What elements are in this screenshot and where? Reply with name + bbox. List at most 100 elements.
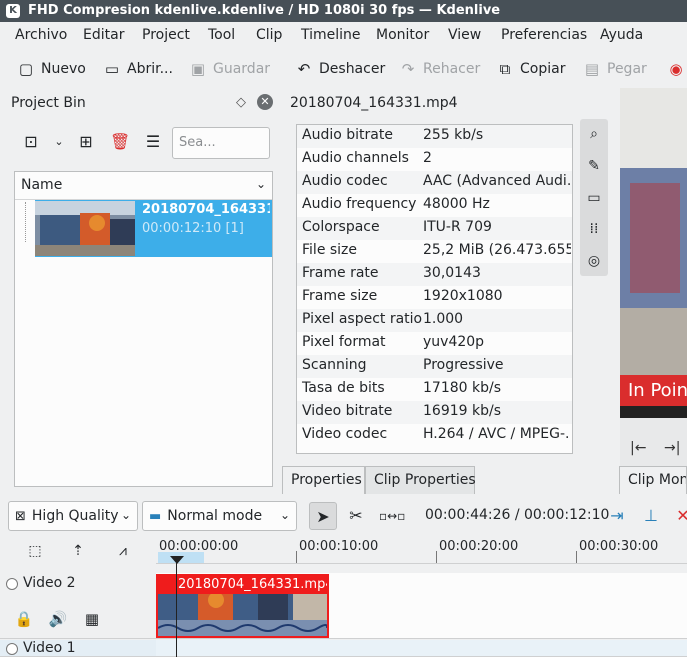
property-key: Pixel format [302,334,386,350]
property-value: 255 kb/s [423,127,484,143]
set-out-point-icon[interactable]: →| [664,440,680,456]
playhead[interactable] [176,556,177,657]
undo-button[interactable]: ↶ Deshacer [296,58,386,80]
menu-monitor[interactable]: Monitor [376,27,429,43]
timecode-display: 00:00:44:26 / 00:00:12:10 [425,507,610,523]
copy-button[interactable]: ⧉ Copiar [497,58,566,80]
new-button[interactable]: ▢ Nuevo [18,58,86,80]
clip-duration: 00:00:12:10 [1] [142,221,244,236]
property-key: Audio bitrate [302,127,393,143]
window-title: FHD Compresion kdenlive.kdenlive / HD 10… [28,3,501,18]
table-row: Audio codec AAC (Advanced Audi... [297,171,572,194]
search-input[interactable]: Sea... [172,127,270,159]
table-row: Tasa de bits 17180 kb/s [297,378,572,401]
add-clip-icon[interactable]: ⊡ [22,133,40,151]
name-column-header[interactable]: Name ⌄ [15,172,272,200]
properties-table: Audio bitrate 255 kb/s Audio channels 2 Au… [296,124,573,454]
spacer-tool-icon[interactable]: ▫↔▫ [379,505,405,527]
delete-icon[interactable]: 🗑 [110,133,130,151]
timeline-header-tools: ⬚ ⇡ ⩘ [0,537,156,573]
undo-icon: ↶ [297,60,311,78]
table-row: Pixel format yuv420p [297,332,572,355]
tab-clip-monitor[interactable]: Clip Moni [619,466,687,494]
property-value: 25,2 MiB (26.473.655) [423,242,571,258]
clip-duration-value: 00:00:12:10 [142,221,222,236]
razor-tool-icon[interactable]: ✂ [345,505,367,527]
name-column-label: Name [21,177,63,193]
menu-ayuda[interactable]: Ayuda [600,27,643,43]
speaker-icon[interactable]: 🔊 [48,610,68,628]
set-in-point-icon[interactable]: |← [630,440,646,456]
menu-project[interactable]: Project [142,27,190,43]
in-point-overlay: In Poin [620,375,687,406]
fit-zoom-icon[interactable]: ⬚ [25,543,45,563]
table-row: Audio channels 2 [297,148,572,171]
float-panel-icon[interactable]: ◇ [236,95,246,110]
extract-icon[interactable]: ✕ [672,505,687,527]
project-bin-panel: Project Bin ◇ ✕ ⊡ ⌄ ⊞ 🗑 ☰ Sea... Name ⌄ … [6,89,276,491]
timeline-ruler[interactable]: 00:00:00:00 00:00:10:00 00:00:20:00 00:0… [156,537,687,564]
menu-tool[interactable]: Tool [208,27,235,43]
clip-thumbnail [35,201,135,256]
open-button-label: Abrir... [127,61,173,77]
grid-icon[interactable]: ⁞⁞ [585,220,603,238]
open-button[interactable]: ▭ Abrir... [104,58,173,80]
track-height-icon[interactable]: ⇡ [68,543,88,563]
paste-button[interactable]: ▤ Pegar [584,58,647,80]
audio-icon[interactable]: ◎ [585,252,603,270]
menu-bar: Archivo Editar Project Tool Clip Timelin… [0,22,687,49]
edit-mode-label: Normal mode [167,508,263,524]
list-item[interactable]: 20180704_164331.mp4 00:00:12:10 [1] [35,200,272,257]
search-icon[interactable]: ⌕ [585,125,603,143]
new-document-icon: ▢ [18,60,34,78]
copy-icon: ⧉ [499,60,511,78]
property-value: AAC (Advanced Audi... [423,173,571,189]
table-row: Colorspace ITU-R 709 [297,217,572,240]
property-value: 48000 Hz [423,196,490,212]
menu-archivo[interactable]: Archivo [15,27,67,43]
save-button[interactable]: ▣ Guardar [190,58,270,80]
main-toolbar: ▢ Nuevo ▭ Abrir... ▣ Guardar ↶ Deshacer … [0,49,687,87]
add-folder-icon[interactable]: ⊞ [77,133,95,151]
overwrite-icon[interactable]: ⊥ [640,505,662,527]
tab-properties[interactable]: Properties [282,466,365,494]
playhead-marker[interactable] [170,556,184,564]
menu-view[interactable]: View [448,27,481,43]
frame-icon[interactable]: ▭ [585,189,603,207]
property-key: Pixel aspect ratio [302,311,423,327]
kdenlive-app-icon: K [6,4,20,18]
menu-timeline[interactable]: Timeline [301,27,361,43]
properties-sidebar: ⌕ ✎ ▭ ⁞⁞ ◎ [580,119,608,276]
property-value: Progressive [423,357,504,373]
menu-preferencias[interactable]: Preferencias [501,27,587,43]
insert-icon[interactable]: ⇥ [606,505,628,527]
film-icon[interactable]: ▦ [82,610,102,628]
ruler-label: 00:00:20:00 [439,539,519,554]
tag-icon[interactable]: ✎ [585,157,603,175]
chevron-down-icon[interactable]: ⌄ [50,133,68,151]
close-panel-icon[interactable]: ✕ [257,94,273,110]
table-row: Video bitrate 16919 kb/s [297,401,572,424]
quality-select[interactable]: ⊠ High Quality ⌄ [8,501,138,531]
track-lane-video-1[interactable] [156,640,687,657]
lock-icon[interactable]: 🔒 [14,610,34,628]
edit-mode-select[interactable]: ▬ Normal mode ⌄ [142,501,297,531]
property-value: 1.000 [423,311,464,327]
chevron-down-icon: ⌄ [255,177,266,191]
property-key: Colorspace [302,219,380,235]
timeline-clip[interactable]: 20180704_164331.mp4 [156,574,329,638]
property-value: 17180 kb/s [423,380,501,396]
menu-editar[interactable]: Editar [83,27,124,43]
menu-clip[interactable]: Clip [256,27,282,43]
record-button[interactable]: ◉ [668,58,687,80]
selection-tool-icon[interactable]: ➤ [309,502,337,530]
clip-monitor[interactable]: In Poin |← →| [620,88,687,466]
track-select-radio[interactable] [6,578,18,590]
tree-connector [25,202,35,242]
tab-clip-properties[interactable]: Clip Properties [365,466,476,494]
undo-button-label: Deshacer [319,61,386,77]
split-audio-icon[interactable]: ⩘ [113,543,133,563]
menu-icon[interactable]: ☰ [144,133,162,151]
track-select-radio[interactable] [6,643,18,655]
redo-button[interactable]: ↷ Rehacer [400,58,481,80]
